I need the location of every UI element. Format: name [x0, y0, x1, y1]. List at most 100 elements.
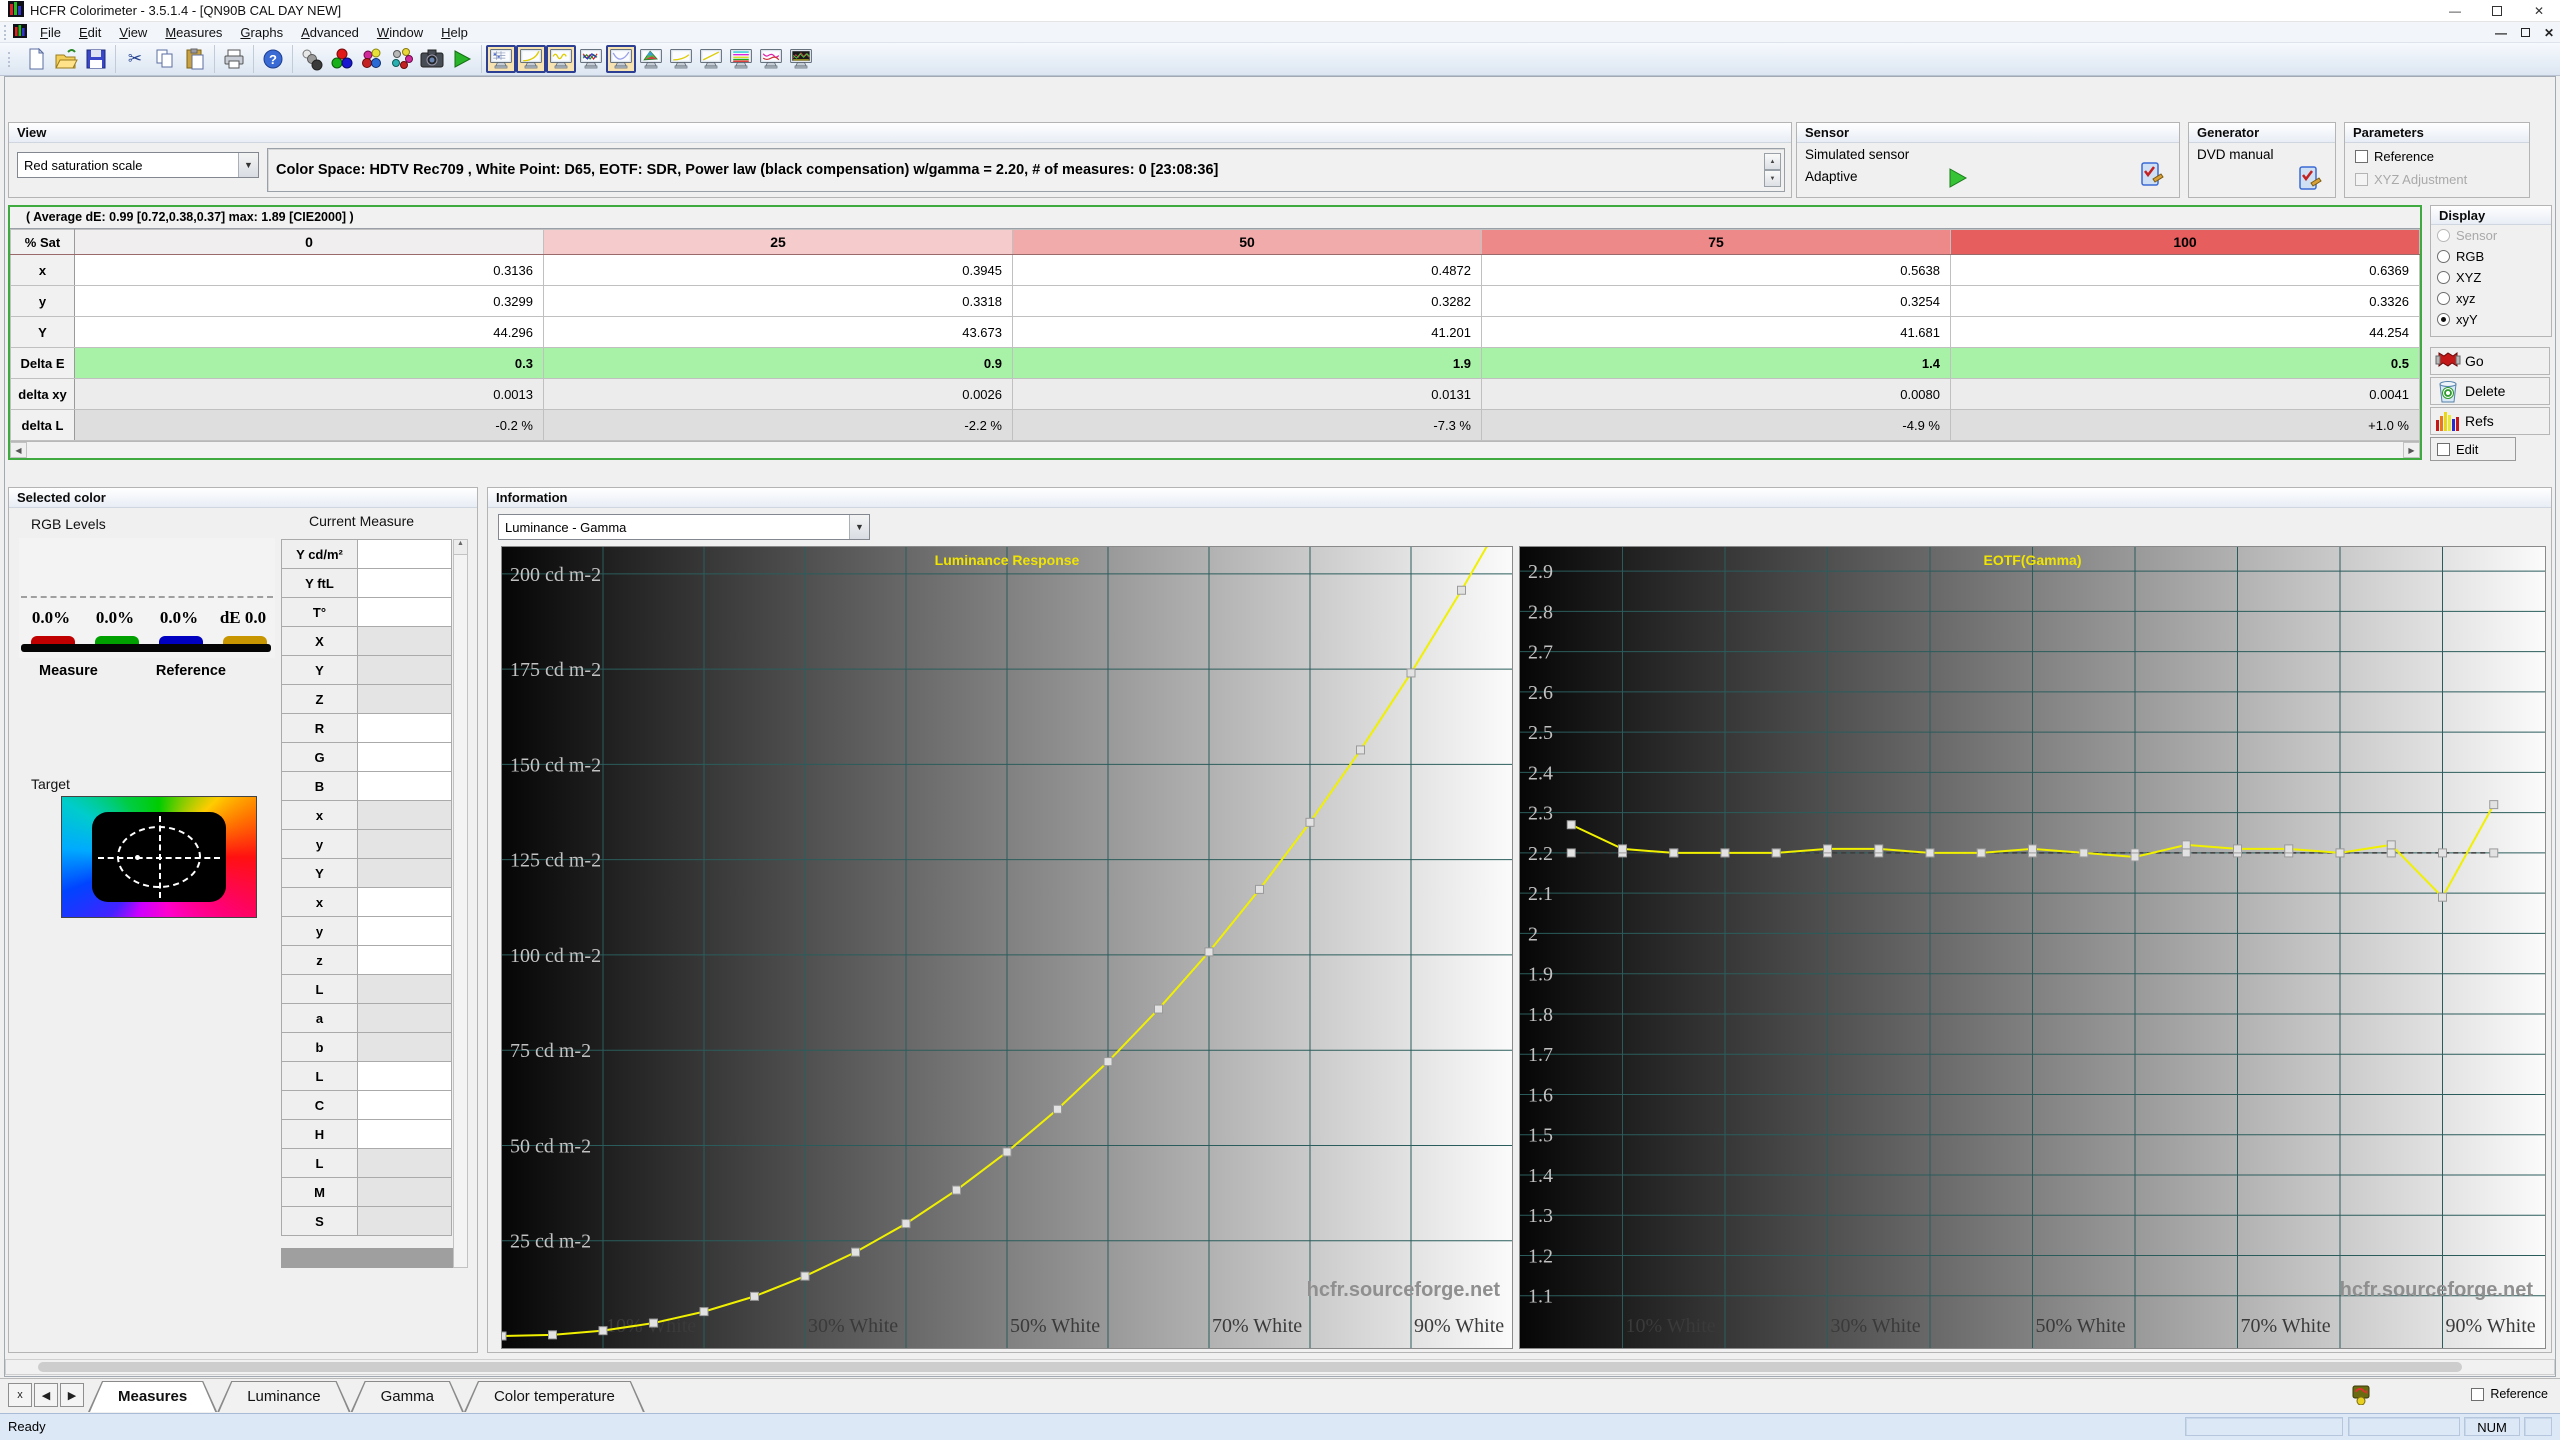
new-file-button[interactable]: [21, 45, 51, 73]
mdi-restore-icon[interactable]: [2520, 26, 2530, 40]
view-gamma-graph-button[interactable]: [546, 45, 576, 73]
measure-cell[interactable]: 0.3: [74, 347, 544, 379]
go-button[interactable]: Go: [2430, 347, 2550, 375]
chevron-down-icon[interactable]: ▼: [849, 515, 869, 539]
view-color-temp-graph-button[interactable]: [606, 45, 636, 73]
close-tab-icon[interactable]: x: [8, 1383, 32, 1407]
menu-window[interactable]: Window: [368, 23, 432, 42]
view-measures-history-button[interactable]: [756, 45, 786, 73]
radio-icon[interactable]: [2437, 313, 2450, 326]
scroll-right-icon[interactable]: ▶: [2403, 442, 2420, 458]
reference-checkbox[interactable]: [2355, 150, 2368, 163]
measure-cell[interactable]: 1.9: [1012, 347, 1482, 379]
menu-view[interactable]: View: [110, 23, 156, 42]
scroll-left-icon[interactable]: ◀: [10, 442, 27, 458]
next-tab-icon[interactable]: ▶: [60, 1383, 84, 1407]
view-luminance-graph-button[interactable]: [516, 45, 546, 73]
measure-cell[interactable]: 0.3254: [1481, 285, 1951, 317]
workspace-hscrollbar[interactable]: [5, 1359, 2555, 1375]
copy-button[interactable]: [150, 45, 180, 73]
measure-table-scrollbar[interactable]: ▲: [453, 539, 468, 1268]
radio-icon[interactable]: [2437, 250, 2450, 263]
delete-button[interactable]: Delete: [2430, 377, 2550, 405]
cut-button[interactable]: ✂: [120, 45, 150, 73]
measure-cell[interactable]: -4.9 %: [1481, 409, 1951, 441]
menu-edit[interactable]: Edit: [70, 23, 110, 42]
measure-cell[interactable]: 0.4872: [1012, 254, 1482, 286]
measure-cell[interactable]: 44.254: [1950, 316, 2420, 348]
menu-file[interactable]: File: [31, 23, 70, 42]
edit-checkbox[interactable]: [2437, 442, 2450, 456]
measure-cell[interactable]: 0.0131: [1012, 378, 1482, 410]
sensor-play-icon[interactable]: [1947, 167, 1969, 192]
open-file-button[interactable]: [51, 45, 81, 73]
scroll-up-icon[interactable]: ▲: [454, 540, 467, 555]
measure-cell[interactable]: 0.5638: [1481, 254, 1951, 286]
measure-cell[interactable]: 0.3282: [1012, 285, 1482, 317]
measure-cell[interactable]: +1.0 %: [1950, 409, 2420, 441]
maximize-icon[interactable]: [2476, 0, 2518, 22]
measure-cell[interactable]: 0.3945: [543, 254, 1013, 286]
display-option-xyz[interactable]: xyz: [2431, 288, 2551, 309]
measure-cell[interactable]: 0.6369: [1950, 254, 2420, 286]
help-button[interactable]: ?: [258, 45, 288, 73]
table-hscrollbar[interactable]: ◀ ▶: [10, 441, 2420, 458]
measure-cell[interactable]: 0.3299: [74, 285, 544, 317]
print-button[interactable]: [219, 45, 249, 73]
sensor-config-icon[interactable]: [2139, 159, 2165, 192]
measure-cell[interactable]: 0.0041: [1950, 378, 2420, 410]
measure-cell[interactable]: -0.2 %: [74, 409, 544, 441]
all-colors-measure-button[interactable]: [387, 45, 417, 73]
menu-advanced[interactable]: Advanced: [292, 23, 368, 42]
measure-cell[interactable]: 43.673: [543, 316, 1013, 348]
measure-cell[interactable]: 0.5: [1950, 347, 2420, 379]
paste-button[interactable]: [180, 45, 210, 73]
view-cie-chart-button[interactable]: [636, 45, 666, 73]
tab-gamma[interactable]: Gamma: [351, 1381, 464, 1412]
minimize-icon[interactable]: —: [2434, 0, 2476, 22]
menu-graphs[interactable]: Graphs: [231, 23, 292, 42]
view-gamma-secondary-button[interactable]: [696, 45, 726, 73]
edit-checkbox-row[interactable]: Edit: [2430, 437, 2516, 461]
run-measures-button[interactable]: [447, 45, 477, 73]
mdi-close-icon[interactable]: ✕: [2544, 26, 2554, 40]
secondaries-measure-button[interactable]: [357, 45, 387, 73]
measure-cell[interactable]: 0.3326: [1950, 285, 2420, 317]
measure-cell[interactable]: 0.3318: [543, 285, 1013, 317]
tab-measures[interactable]: Measures: [88, 1381, 217, 1412]
measure-cell[interactable]: -2.2 %: [543, 409, 1013, 441]
view-measures-table-button[interactable]: [486, 45, 516, 73]
grayscale-measure-button[interactable]: [297, 45, 327, 73]
measure-cell[interactable]: 0.0026: [543, 378, 1013, 410]
tab-color-temperature[interactable]: Color temperature: [464, 1381, 645, 1412]
view-spectrum-button[interactable]: [786, 45, 816, 73]
chevron-down-icon[interactable]: ▼: [238, 153, 258, 177]
view-rgb-levels-graph-button[interactable]: [576, 45, 606, 73]
mdi-minimize-icon[interactable]: —: [2495, 26, 2507, 40]
measure-cell[interactable]: 41.201: [1012, 316, 1482, 348]
refs-button[interactable]: Refs: [2430, 407, 2550, 435]
measure-cell[interactable]: 0.0080: [1481, 378, 1951, 410]
view-luminance-secondary-button[interactable]: [666, 45, 696, 73]
scale-selector-dropdown[interactable]: Red saturation scale ▼: [17, 152, 259, 178]
graph-selector-dropdown[interactable]: Luminance - Gamma ▼: [498, 514, 870, 540]
display-option-XYZ[interactable]: XYZ: [2431, 267, 2551, 288]
measure-spinner[interactable]: ▲ ▼: [1764, 153, 1781, 187]
measure-cell[interactable]: 0.0013: [74, 378, 544, 410]
view-rgb-histories-button[interactable]: [726, 45, 756, 73]
measure-cell[interactable]: 0.3136: [74, 254, 544, 286]
menu-measures[interactable]: Measures: [156, 23, 231, 42]
save-button[interactable]: [81, 45, 111, 73]
prev-tab-icon[interactable]: ◀: [34, 1383, 58, 1407]
measure-cell[interactable]: -7.3 %: [1012, 409, 1482, 441]
display-option-xyY[interactable]: xyY: [2431, 309, 2551, 330]
reference-toggle-checkbox[interactable]: [2471, 1387, 2485, 1401]
measure-cell[interactable]: 41.681: [1481, 316, 1951, 348]
radio-icon[interactable]: [2437, 292, 2450, 305]
primaries-measure-button[interactable]: [327, 45, 357, 73]
measure-cell[interactable]: 1.4: [1481, 347, 1951, 379]
close-icon[interactable]: ✕: [2518, 0, 2560, 22]
menu-help[interactable]: Help: [432, 23, 477, 42]
measure-cell[interactable]: 0.9: [543, 347, 1013, 379]
display-option-RGB[interactable]: RGB: [2431, 246, 2551, 267]
